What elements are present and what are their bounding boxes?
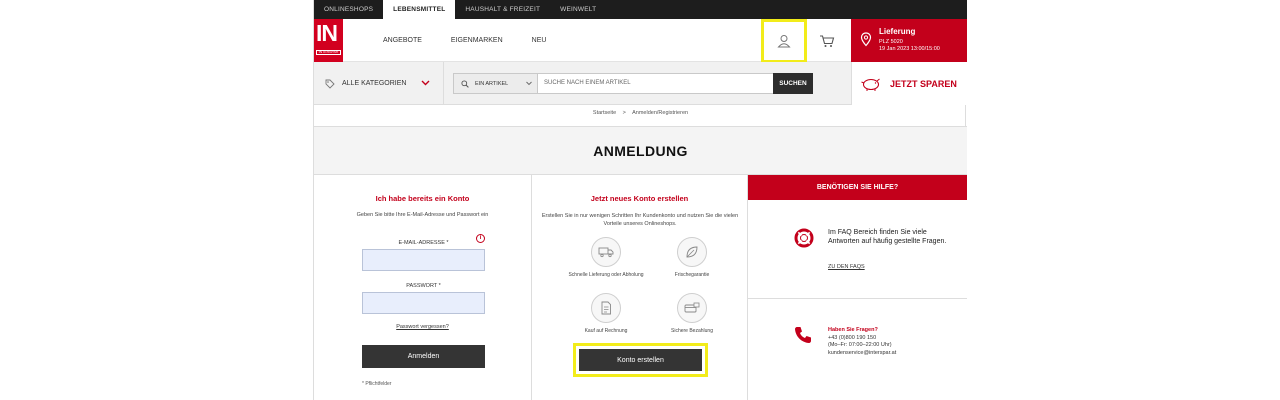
lifebuoy-icon [794, 228, 814, 248]
benefit-secure-payment: Sichere Bezahlung [652, 293, 732, 335]
login-button[interactable]: Anmelden [362, 345, 485, 368]
logo-text: IN [316, 20, 338, 46]
jetzt-sparen-label: JETZT SPAREN [890, 78, 957, 89]
breadcrumb-separator: > [622, 110, 626, 116]
search-scope-select[interactable]: EIN ARTIKEL [454, 74, 538, 93]
login-title: Ich habe bereits ein Konto [375, 194, 470, 203]
page: ONLINESHOPS LEBENSMITTEL HAUSHALT & FREI… [313, 0, 967, 400]
tab-haushalt-freizeit[interactable]: HAUSHALT & FREIZEIT [455, 0, 550, 19]
benefit-invoice: Kauf auf Rechnung [566, 293, 646, 335]
main-nav: ANGEBOTE EIGENMARKEN NEU [383, 19, 575, 62]
tag-icon [325, 79, 335, 89]
benefit-label: Frischegarantie [674, 272, 710, 278]
delivery-date: 19 Jan 2023 13:00/15:00 [879, 46, 940, 52]
user-account-button[interactable] [761, 19, 807, 63]
register-title: Jetzt neues Konto erstellen [590, 194, 689, 203]
benefit-delivery: Schnelle Lieferung oder Abholung [566, 237, 646, 279]
password-label: PASSWORT * [406, 283, 441, 289]
benefit-label: Kauf auf Rechnung [584, 328, 628, 334]
register-panel: Jetzt neues Konto erstellen Erstellen Si… [532, 175, 748, 400]
delivery-plz: PLZ 5020 [879, 39, 903, 45]
delivery-title: Lieferung [879, 27, 916, 36]
delivery-selector[interactable]: Lieferung PLZ 5020 19 Jan 2023 13:00/15:… [851, 19, 967, 62]
all-categories-label: ALLE KATEGORIEN [342, 80, 407, 87]
email-field[interactable] [362, 249, 485, 271]
login-description: Geben Sie bitte Ihre E-Mail-Adresse und … [356, 212, 489, 218]
header: IN INTERSPAR ANGEBOTE EIGENMARKEN NEU Li… [314, 19, 967, 63]
user-icon [777, 35, 791, 48]
logo[interactable]: IN INTERSPAR [314, 19, 343, 62]
contact-info: Haben Sie Fragen? +43 (0)800 190 150 (Mo… [828, 327, 896, 357]
search-button[interactable]: SUCHEN [773, 73, 813, 94]
password-field[interactable] [362, 292, 485, 314]
search-box: EIN ARTIKEL SUCHE NACH EINEM ARTIKEL SUC… [453, 73, 813, 94]
contact-title: Haben Sie Fragen? [828, 327, 878, 333]
search-scope-label: EIN ARTIKEL [475, 80, 509, 87]
create-account-button[interactable]: Konto erstellen [579, 349, 702, 371]
phone-icon [795, 327, 811, 343]
contact-email[interactable]: kundenservice@interspar.at [828, 350, 896, 358]
search-icon [461, 79, 469, 88]
title-band: ANMELDUNG [314, 126, 967, 175]
leaf-icon [677, 237, 707, 267]
tab-lebensmittel[interactable]: LEBENSMITTEL [383, 0, 456, 19]
benefit-label: Sichere Bezahlung [671, 328, 713, 334]
scope-chevron-icon [526, 81, 532, 86]
nav-eigenmarken[interactable]: EIGENMARKEN [451, 37, 503, 44]
create-account-highlight: Konto erstellen [573, 343, 708, 377]
benefit-label: Schnelle Lieferung oder Abholung [568, 272, 644, 278]
help-panel: BENÖTIGEN SIE HILFE? Im FAQ Bereich find… [748, 175, 967, 400]
search-row: ALLE KATEGORIEN EIN ARTIKEL SUCHE NACH E… [314, 62, 967, 105]
location-pin-icon [860, 32, 872, 47]
benefit-freshness: Frischegarantie [652, 237, 732, 279]
logo-subtext: INTERSPAR [316, 50, 341, 55]
help-header: BENÖTIGEN SIE HILFE? [748, 175, 967, 200]
nav-neu[interactable]: NEU [532, 37, 547, 44]
contact-hours: (Mo–Fr: 07:00–22:00 Uhr) [828, 342, 892, 348]
cart-icon [820, 34, 835, 47]
register-description: Erstellen Sie in nur wenigen Schritten I… [541, 213, 739, 227]
search-input[interactable]: SUCHE NACH EINEM ARTIKEL [544, 74, 631, 93]
secure-payment-icon [677, 293, 707, 323]
faq-link[interactable]: ZU DEN FAQS [828, 264, 865, 270]
tab-onlineshops[interactable]: ONLINESHOPS [314, 0, 383, 19]
cart-button[interactable] [815, 19, 839, 62]
delivery-truck-icon [591, 237, 621, 267]
breadcrumb: Startseite > Anmelden/Registrieren [314, 110, 967, 116]
breadcrumb-home[interactable]: Startseite [593, 110, 616, 116]
chevron-down-icon [421, 80, 430, 86]
contact-phone[interactable]: +43 (0)800 190 150 [828, 335, 896, 343]
page-title: ANMELDUNG [593, 142, 688, 159]
top-tab-bar: ONLINESHOPS LEBENSMITTEL HAUSHALT & FREI… [314, 0, 967, 19]
piggy-bank-icon [861, 78, 880, 91]
breadcrumb-current: Anmelden/Registrieren [632, 110, 689, 116]
faq-section: Im FAQ Bereich finden Sie viele Antworte… [748, 200, 967, 299]
all-categories-dropdown[interactable]: ALLE KATEGORIEN [314, 62, 444, 105]
invoice-icon [591, 293, 621, 323]
tab-weinwelt[interactable]: WEINWELT [550, 0, 606, 19]
jetzt-sparen-link[interactable]: JETZT SPAREN [851, 62, 967, 105]
required-note: * Pflichtfelder [362, 381, 392, 387]
faq-text: Im FAQ Bereich finden Sie viele Antworte… [828, 229, 947, 245]
forgot-password-link[interactable]: Passwort vergessen? [314, 324, 531, 330]
email-label: E-MAIL-ADRESSE * [398, 240, 449, 246]
login-panel: Ich habe bereits ein Konto Geben Sie bit… [314, 175, 532, 400]
nav-angebote[interactable]: ANGEBOTE [383, 37, 422, 44]
